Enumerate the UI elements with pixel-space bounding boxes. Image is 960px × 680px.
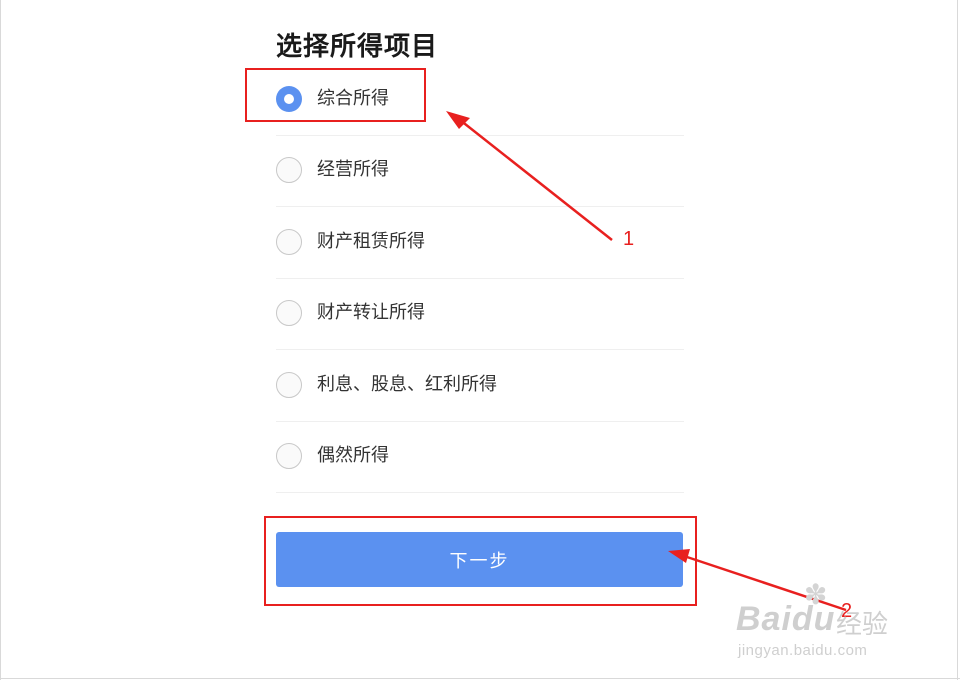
option-label: 经营所得: [317, 159, 389, 180]
radio-unchecked-icon[interactable]: [276, 229, 302, 255]
option-label: 偶然所得: [317, 445, 389, 466]
radio-unchecked-icon[interactable]: [276, 443, 302, 469]
option-interest-dividend-income[interactable]: 利息、股息、红利所得: [276, 351, 684, 422]
arrow-2-line: [683, 554, 847, 612]
radio-unchecked-icon[interactable]: [276, 157, 302, 183]
baidu-paw-icon: ✽: [804, 578, 828, 611]
page-title: 选择所得项目: [276, 32, 439, 62]
option-label: 综合所得: [317, 88, 389, 109]
option-label: 财产租赁所得: [317, 231, 425, 252]
frame-left-border: [0, 0, 1, 680]
radio-unchecked-icon[interactable]: [276, 300, 302, 326]
frame-right-border: [957, 0, 958, 680]
option-comprehensive-income[interactable]: 综合所得: [276, 65, 684, 136]
option-business-income[interactable]: 经营所得: [276, 136, 684, 207]
option-label: 财产转让所得: [317, 302, 425, 323]
radio-unchecked-icon[interactable]: [276, 372, 302, 398]
frame-bottom-border: [0, 678, 960, 679]
watermark-brand: Baidu: [736, 600, 836, 638]
callout-number-1: 1: [623, 228, 635, 250]
option-property-transfer-income[interactable]: 财产转让所得: [276, 279, 684, 350]
next-step-button[interactable]: 下一步: [276, 532, 683, 587]
option-incidental-income[interactable]: 偶然所得: [276, 422, 684, 493]
callout-number-2: 2: [841, 600, 853, 622]
radio-checked-icon[interactable]: [276, 86, 302, 112]
watermark-url: jingyan.baidu.com: [738, 642, 868, 659]
baidu-jingyan-watermark: ✽ Baidu 经验 jingyan.baidu.com: [736, 578, 916, 664]
option-label: 利息、股息、红利所得: [317, 374, 497, 395]
